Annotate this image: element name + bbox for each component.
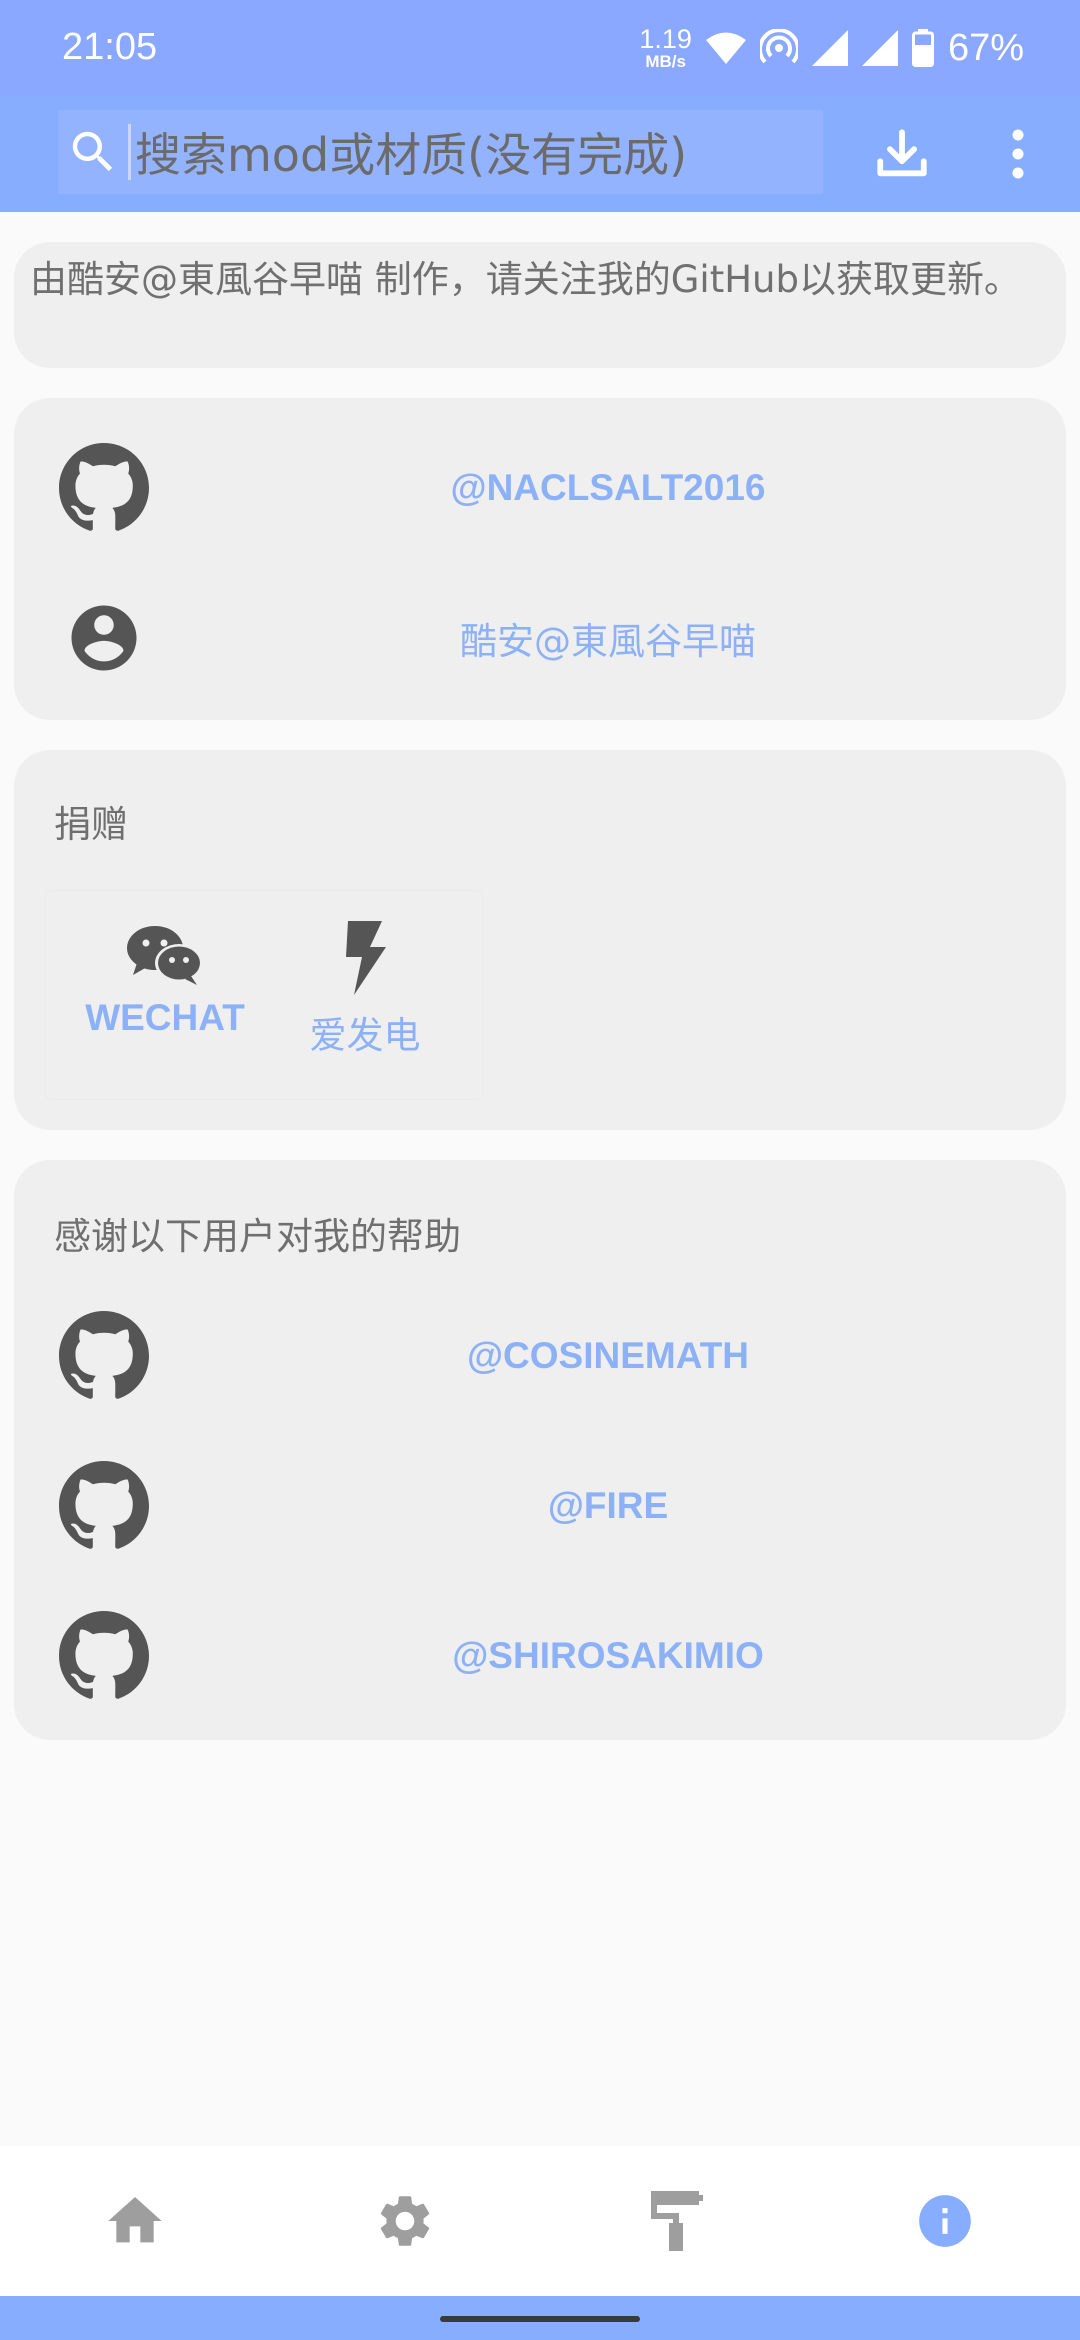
nav-settings[interactable] <box>370 2186 440 2256</box>
author-card: @NACLSALT2016 酷安@東風谷早喵 <box>14 398 1066 720</box>
nav-about[interactable] <box>910 2186 980 2256</box>
wechat-icon <box>127 926 203 985</box>
thanks-user-link[interactable]: @FIRE <box>150 1456 1066 1556</box>
status-time: 21:05 <box>62 26 158 68</box>
network-speed: 1.19 MB/s <box>639 24 692 71</box>
donate-card: 捐赠 WECHAT 爱发电 <box>14 750 1066 1130</box>
thanks-user-row[interactable]: @SHIROSAKIMIO <box>14 1606 1066 1706</box>
account-circle-icon <box>58 592 150 684</box>
author-coolapk-row[interactable]: 酷安@東風谷早喵 <box>14 588 1066 688</box>
thanks-user-link[interactable]: @SHIROSAKIMIO <box>150 1606 1066 1706</box>
wifi-icon <box>705 32 746 64</box>
thanks-card: 感谢以下用户对我的帮助 @COSINEMATH @FIRE @SHIROSAKI… <box>14 1160 1066 1740</box>
notice-card: 由酷安@東風谷早喵 制作，请关注我的GitHub以获取更新。 <box>14 242 1066 368</box>
wechat-donate-button[interactable]: WECHAT <box>65 921 265 1061</box>
battery-percentage: 67% <box>947 26 1024 69</box>
afdian-donate-button[interactable]: 爱发电 <box>265 921 465 1061</box>
signal-icon <box>861 30 898 66</box>
more-vert-icon <box>1012 129 1024 179</box>
more-options-button[interactable] <box>986 122 1050 186</box>
home-icon <box>108 2197 162 2243</box>
author-github-link[interactable]: @NACLSALT2016 <box>150 438 1066 538</box>
gesture-navigation-bar <box>0 2296 1080 2340</box>
info-icon <box>919 2195 971 2247</box>
paint-roller-icon <box>651 2191 703 2251</box>
thanks-user-link[interactable]: @COSINEMATH <box>150 1306 1066 1406</box>
network-speed-unit: MB/s <box>645 52 686 71</box>
bottom-navigation <box>0 2146 1080 2296</box>
author-github-row[interactable]: @NACLSALT2016 <box>14 438 1066 538</box>
search-caret <box>128 124 131 180</box>
thanks-title: 感谢以下用户对我的帮助 <box>54 1215 461 1258</box>
nav-textures[interactable] <box>642 2186 712 2256</box>
app-bar: 搜索mod或材质(没有完成) <box>0 96 1080 212</box>
thanks-user-row[interactable]: @FIRE <box>14 1456 1066 1556</box>
notice-text: 由酷安@東風谷早喵 制作，请关注我的GitHub以获取更新。 <box>30 258 1021 301</box>
search-icon <box>58 125 128 179</box>
nav-home[interactable] <box>100 2186 170 2256</box>
github-icon <box>58 1310 150 1402</box>
settings-icon <box>380 2196 430 2246</box>
wechat-label: WECHAT <box>85 997 245 1038</box>
network-speed-value: 1.19 <box>639 24 692 54</box>
home-gesture-handle[interactable] <box>440 2316 640 2322</box>
afdian-label: 爱发电 <box>309 1014 421 1057</box>
thanks-user-row[interactable]: @COSINEMATH <box>14 1306 1066 1406</box>
hotspot-icon <box>759 29 798 64</box>
github-icon <box>58 1610 150 1702</box>
download-button[interactable] <box>870 122 934 186</box>
download-icon <box>877 129 927 177</box>
status-bar: 21:05 1.19 MB/s 67% <box>0 0 1080 96</box>
search-placeholder: 搜索mod或材质(没有完成) <box>135 128 688 182</box>
author-coolapk-link[interactable]: 酷安@東風谷早喵 <box>150 588 1066 688</box>
donate-title: 捐赠 <box>54 803 128 846</box>
donate-options: WECHAT 爱发电 <box>44 890 484 1100</box>
battery-icon <box>911 29 934 67</box>
search-input[interactable]: 搜索mod或材质(没有完成) <box>58 110 823 194</box>
github-icon <box>58 1460 150 1552</box>
signal-icon <box>811 30 848 66</box>
status-indicators: 1.19 MB/s 67% <box>639 22 1024 74</box>
lightning-icon <box>346 921 386 995</box>
github-icon <box>58 442 150 534</box>
